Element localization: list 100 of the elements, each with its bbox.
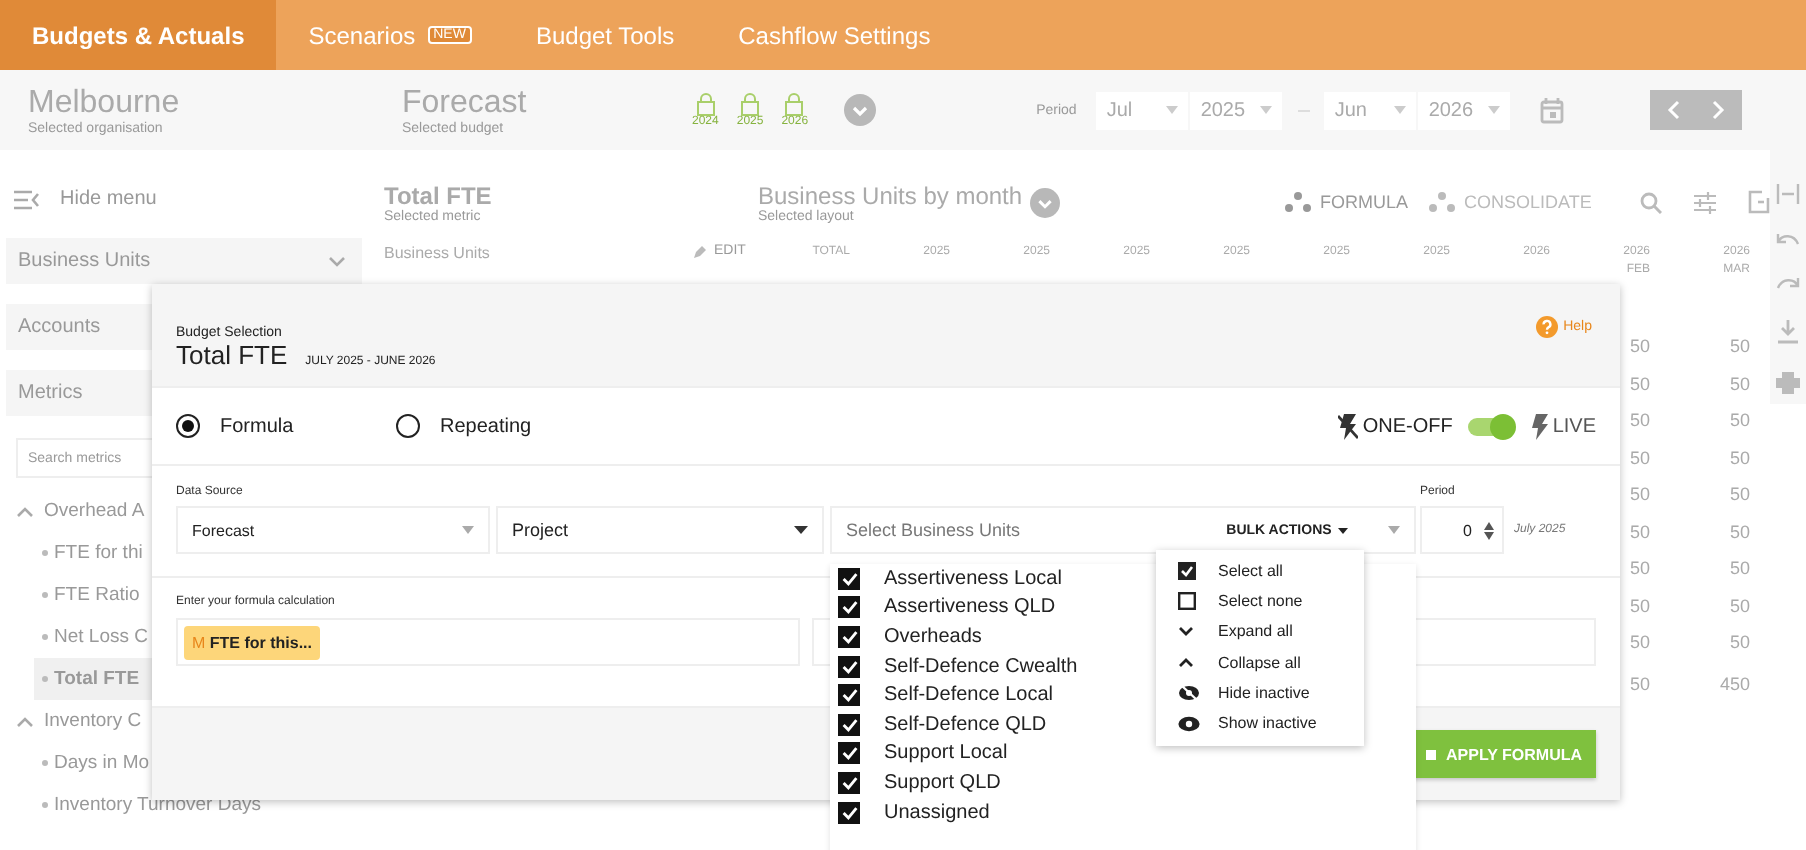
table-cell-text: 50 — [1729, 595, 1750, 619]
checkbox[interactable] — [838, 596, 860, 619]
type-select[interactable]: Project — [496, 506, 824, 554]
business-unit-option[interactable]: Self-Defence Cwealth — [884, 655, 1078, 678]
table-cell-text: 50 — [1629, 336, 1650, 360]
to-year-select[interactable]: 2026 — [1418, 91, 1511, 129]
redo-icon[interactable] — [1776, 276, 1800, 292]
spinner-icon[interactable] — [1484, 521, 1494, 539]
business-unit-option[interactable]: Support QLD — [884, 771, 1001, 794]
radio-button[interactable] — [176, 414, 200, 438]
business-unit-option[interactable]: Unassigned — [884, 801, 990, 824]
metric-chip[interactable]: M FTE for this... — [184, 625, 321, 659]
checkbox[interactable] — [838, 684, 860, 707]
sliders-icon[interactable] — [1693, 191, 1716, 213]
apply-formula-button[interactable]: APPLY FORMULA — [1410, 730, 1596, 778]
checkbox[interactable] — [838, 655, 860, 678]
budget-name[interactable]: Forecast — [402, 85, 692, 121]
menu-item[interactable]: Select all — [1156, 556, 1364, 587]
column-header: Business Units — [384, 244, 492, 262]
tree-item[interactable]: Days in Mo — [0, 742, 158, 784]
flash-off-icon — [1338, 413, 1359, 439]
formula-input[interactable]: M FTE for this... — [176, 618, 800, 666]
nav-tab[interactable]: Cashflow Settings — [706, 0, 963, 70]
caret-icon — [1337, 527, 1348, 533]
search-icon[interactable] — [1639, 191, 1662, 213]
bullet-icon — [42, 802, 48, 808]
menu-icon[interactable] — [14, 189, 40, 209]
checkbox[interactable] — [838, 625, 860, 648]
nav-tab[interactable]: Budget Tools — [503, 0, 707, 70]
business-unit-option[interactable]: Assertiveness QLD — [884, 596, 1056, 619]
live-toggle[interactable] — [1468, 417, 1513, 435]
menu-item[interactable]: Show inactive — [1156, 707, 1364, 739]
sidebar-section[interactable]: Business Units — [6, 238, 362, 284]
tree-group[interactable]: Overhead A — [44, 500, 145, 522]
bullet-icon — [42, 760, 48, 766]
table-cell-text: 50 — [1729, 447, 1750, 471]
radio-label[interactable]: Formula — [220, 415, 294, 437]
tree-item[interactable]: Net Loss C — [0, 616, 156, 658]
toolbar-action[interactable]: FORMULA — [1280, 191, 1413, 213]
radio-label[interactable]: Repeating — [440, 415, 532, 437]
business-unit-option[interactable]: Assertiveness Local — [884, 567, 1062, 590]
menu-item[interactable]: Collapse all — [1156, 647, 1364, 678]
total-cell-text: 50 — [1629, 673, 1650, 697]
chevron-right-icon — [1710, 100, 1727, 120]
organisation-name[interactable]: Melbourne — [28, 85, 402, 121]
prev-next-buttons[interactable] — [1650, 90, 1743, 130]
chevron-down-icon[interactable] — [1030, 187, 1060, 217]
pencil-icon — [694, 244, 708, 258]
table-cell-text: 50 — [1629, 373, 1650, 397]
export-icon[interactable] — [1747, 190, 1770, 214]
checkbox[interactable] — [838, 713, 860, 736]
caret-icon — [794, 526, 808, 534]
from-year-select[interactable]: 2025 — [1190, 91, 1283, 129]
lock-icon[interactable] — [695, 92, 716, 116]
source-select[interactable]: Forecast — [176, 506, 490, 554]
layout-name[interactable]: Business Units by month — [758, 181, 1030, 209]
tree-item[interactable]: FTE for thi — [0, 532, 151, 574]
table-cell-text: 50 — [1729, 558, 1750, 582]
lock-icon[interactable] — [740, 92, 761, 116]
empty-box-icon — [1178, 592, 1196, 611]
chevron-left-icon — [1666, 100, 1683, 120]
from-month-select[interactable]: Jul — [1096, 91, 1189, 129]
calendar-icon[interactable] — [1540, 97, 1565, 123]
checkbox[interactable] — [838, 771, 860, 794]
help-icon[interactable] — [1535, 316, 1558, 338]
table-cell-text: 50 — [1629, 632, 1650, 656]
radio-button[interactable] — [396, 414, 420, 438]
menu-item[interactable]: Hide inactive — [1156, 677, 1364, 708]
dots-icon — [1428, 191, 1457, 213]
checkbox[interactable] — [838, 742, 860, 765]
business-unit-option[interactable]: Overheads — [884, 625, 982, 648]
table-cell-text: 50 — [1729, 410, 1750, 434]
nav-tab[interactable]: Budgets & Actuals — [0, 0, 277, 70]
tree-item[interactable]: FTE Ratio — [0, 574, 148, 616]
lock-icon[interactable] — [784, 92, 805, 116]
chevron-up-icon[interactable] — [16, 715, 34, 727]
download-icon[interactable] — [1778, 320, 1798, 344]
chevron-down-icon[interactable] — [844, 94, 877, 126]
chevron-down-icon — [1178, 626, 1194, 637]
checkbox[interactable] — [838, 567, 860, 590]
period-input[interactable]: 0 — [1420, 506, 1504, 554]
hide-menu-link[interactable]: Hide menu — [60, 188, 157, 210]
tree-group[interactable]: Inventory C — [44, 710, 142, 732]
caret-icon[interactable] — [1387, 526, 1400, 534]
business-unit-option[interactable]: Self-Defence Local — [884, 684, 1053, 707]
menu-item[interactable]: Select none — [1156, 586, 1364, 617]
table-cell-text: 50 — [1629, 595, 1650, 619]
bullet-icon — [42, 676, 48, 682]
business-unit-option[interactable]: Self-Defence QLD — [884, 713, 1047, 736]
to-month-select[interactable]: Jun — [1324, 91, 1417, 129]
undo-icon[interactable] — [1776, 232, 1800, 248]
metric-name[interactable]: Total FTE — [384, 181, 758, 209]
menu-item[interactable]: Expand all — [1156, 616, 1364, 648]
bullet-icon — [42, 550, 48, 556]
width-icon[interactable] — [1776, 184, 1800, 204]
live-label: LIVE — [1552, 415, 1596, 437]
chevron-up-icon[interactable] — [16, 505, 34, 517]
table-cell-text: 50 — [1629, 521, 1650, 545]
business-unit-option[interactable]: Support Local — [884, 742, 1008, 765]
checkbox[interactable] — [838, 801, 860, 824]
